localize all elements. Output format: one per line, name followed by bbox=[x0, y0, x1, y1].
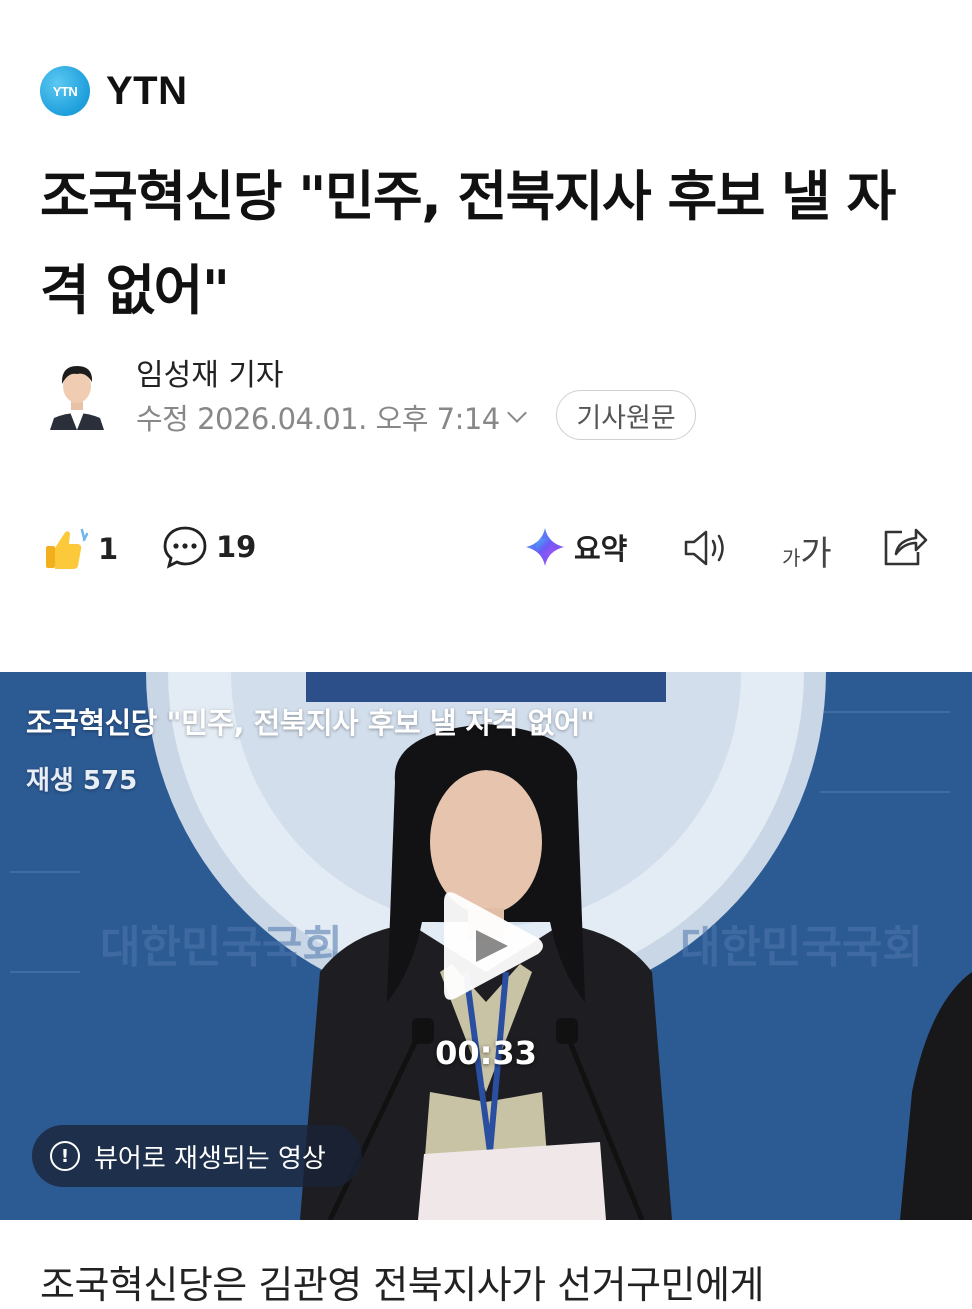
press-header[interactable]: YTN YTN bbox=[40, 66, 188, 116]
reporter-name[interactable]: 임성재 기자 bbox=[136, 350, 284, 394]
share-icon bbox=[884, 528, 928, 566]
share-button[interactable] bbox=[880, 524, 930, 570]
viewer-notice-text: 뷰어로 재생되는 영상 bbox=[94, 1143, 326, 1174]
video-views: 재생 575 bbox=[26, 766, 138, 796]
reporter-avatar[interactable] bbox=[46, 356, 108, 430]
press-logo: YTN bbox=[40, 66, 90, 116]
like-button[interactable]: 1 bbox=[42, 524, 118, 574]
font-size-large-glyph: 가 bbox=[800, 534, 832, 574]
action-bar: 1 19 요약 가 가 bbox=[0, 516, 972, 580]
article-headline: 조국혁신당 "민주, 전북지사 후보 낼 자격 없어" bbox=[40, 165, 896, 322]
article-body-first-line: 조국혁신당은 김관영 전북지사가 선거구민에게 bbox=[40, 1263, 764, 1307]
font-size-button[interactable]: 가 가 bbox=[782, 526, 832, 575]
like-count: 1 bbox=[98, 532, 119, 566]
speaker-icon bbox=[684, 530, 724, 566]
thumbs-up-icon bbox=[46, 528, 89, 569]
play-button[interactable] bbox=[438, 884, 548, 1008]
sparkle-icon bbox=[526, 528, 564, 566]
play-icon bbox=[444, 892, 543, 1000]
chevron-down-icon bbox=[506, 403, 527, 423]
original-article-button[interactable]: 기사원문 bbox=[556, 390, 696, 440]
article-date[interactable]: 수정 2026.04.01. 오후 7:14 bbox=[136, 396, 527, 438]
comment-icon bbox=[163, 526, 207, 569]
video-title: 조국혁신당 "민주, 전북지사 후보 낼 자격 없어" bbox=[26, 706, 595, 740]
font-size-small-glyph: 가 bbox=[782, 546, 801, 570]
comment-count: 19 bbox=[216, 530, 257, 564]
viewer-notice[interactable]: ! 뷰어로 재생되는 영상 bbox=[32, 1125, 362, 1187]
comment-button[interactable]: 19 bbox=[162, 524, 256, 570]
video-duration: 00:33 bbox=[435, 1034, 537, 1072]
read-aloud-button[interactable] bbox=[682, 528, 732, 568]
summary-label: 요약 bbox=[574, 532, 628, 566]
article-date-text: 수정 2026.04.01. 오후 7:14 bbox=[136, 402, 500, 436]
wall-text-right: 대한민국국회 bbox=[680, 922, 923, 973]
info-icon: ! bbox=[50, 1141, 80, 1171]
summary-button[interactable]: 요약 bbox=[524, 526, 627, 568]
wall-text-left: 대한민국국회 bbox=[100, 922, 343, 973]
press-name: YTN bbox=[106, 68, 188, 113]
